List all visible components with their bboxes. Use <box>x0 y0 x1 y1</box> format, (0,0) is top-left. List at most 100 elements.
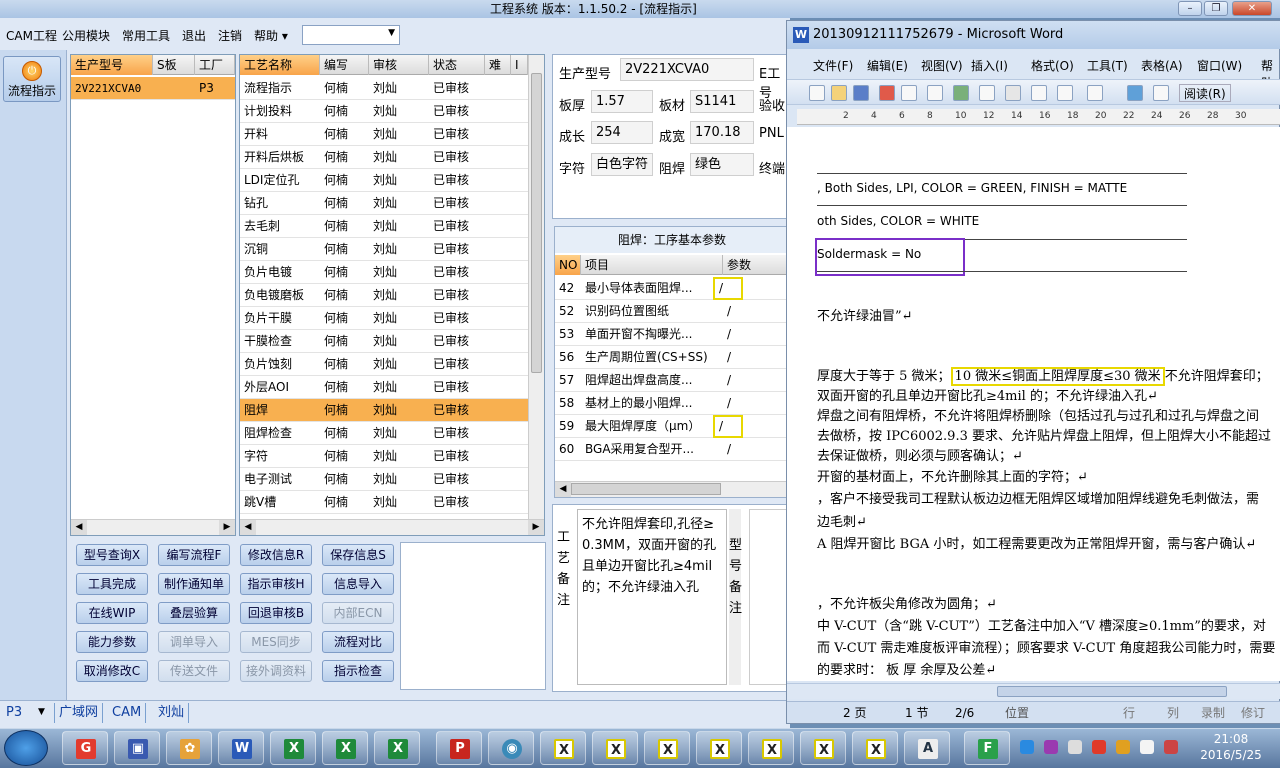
chevron-down-icon[interactable]: ▼ <box>38 707 45 717</box>
col-s[interactable]: S板 <box>153 55 195 75</box>
action-button-13[interactable]: 能力参数 <box>76 631 148 653</box>
action-button-5[interactable]: 工具完成 <box>76 573 148 595</box>
paste-icon[interactable] <box>1057 85 1073 101</box>
col-status[interactable]: 状态 <box>429 55 485 75</box>
eye-app-icon[interactable]: ◉ <box>502 739 522 759</box>
volume-icon[interactable] <box>1140 740 1154 754</box>
process-row[interactable]: 外层AOI 何楠 刘灿 已审核 <box>240 376 528 399</box>
process-list-vscroll[interactable] <box>528 55 544 519</box>
research-icon[interactable] <box>979 85 995 101</box>
action-button-17[interactable]: 取消修改C <box>76 660 148 682</box>
action-button-19[interactable]: 接外调资料 <box>240 660 312 682</box>
factory-select[interactable]: P3 <box>6 705 22 720</box>
param-row[interactable]: 60 BGA采用复合型开... / <box>555 438 789 461</box>
width-field[interactable]: 170.18 <box>690 121 754 144</box>
word-menu-item[interactable]: 窗口(W) <box>1197 57 1242 74</box>
process-row[interactable]: 字符 何楠 刘灿 已审核 <box>240 445 528 468</box>
alert-icon[interactable] <box>1164 740 1178 754</box>
menu-combo[interactable]: ▼ <box>302 25 400 45</box>
action-button-3[interactable]: 修改信息R <box>240 544 312 566</box>
new-icon[interactable] <box>809 85 825 101</box>
scroll-right-icon[interactable]: ▶ <box>528 520 544 535</box>
excel-window-icon[interactable]: X <box>866 739 886 759</box>
process-row[interactable]: 负片干膜 何楠 刘灿 已审核 <box>240 307 528 330</box>
col-process-name[interactable]: 工艺名称 <box>240 55 320 75</box>
process-row[interactable]: LDI定位孔 何楠 刘灿 已审核 <box>240 169 528 192</box>
col-extra[interactable]: I <box>511 55 528 75</box>
col-factory[interactable]: 工厂 <box>195 55 235 75</box>
action-button-10[interactable]: 叠层验算 <box>158 602 230 624</box>
system-clock[interactable]: 21:08 2016/5/25 <box>1186 731 1276 767</box>
scroll-thumb[interactable] <box>571 483 721 495</box>
excel-icon[interactable]: X <box>284 739 304 759</box>
word-icon[interactable]: W <box>232 739 252 759</box>
word-document-page[interactable]: , Both Sides, LPI, COLOR = GREEN, FINISH… <box>787 127 1280 681</box>
param-row[interactable]: 57 阻焊超出焊盘高度... / <box>555 369 789 392</box>
g-app-icon[interactable]: G <box>76 739 96 759</box>
scroll-left-icon[interactable]: ◀ <box>71 520 87 535</box>
param-row[interactable]: 56 生产周期位置(CS+SS) / <box>555 346 789 369</box>
save-icon[interactable] <box>853 85 869 101</box>
process-row[interactable]: 负电镀磨板 何楠 刘灿 已审核 <box>240 284 528 307</box>
process-list-hscroll[interactable]: ◀ ▶ <box>240 519 544 535</box>
action-button-4[interactable]: 保存信息S <box>322 544 394 566</box>
flag-icon[interactable] <box>1116 740 1130 754</box>
action-button-7[interactable]: 指示审核H <box>240 573 312 595</box>
word-menu-item[interactable]: 文件(F) <box>813 57 853 74</box>
pdf-icon[interactable]: P <box>450 739 470 759</box>
excel-window-icon[interactable]: X <box>710 739 730 759</box>
product-row[interactable]: 2V221XCVA0 P3 <box>71 77 235 100</box>
col-item[interactable]: 项目 <box>581 255 723 275</box>
excel-window-icon[interactable]: X <box>762 739 782 759</box>
excel-icon[interactable]: X <box>336 739 356 759</box>
print-icon[interactable] <box>901 85 917 101</box>
col-writer[interactable]: 编写 <box>320 55 369 75</box>
cut-icon[interactable] <box>1005 85 1021 101</box>
close-button[interactable]: ✕ <box>1232 1 1272 16</box>
model-note-text[interactable] <box>749 509 789 685</box>
process-row[interactable]: 电子测试 何楠 刘灿 已审核 <box>240 468 528 491</box>
start-button[interactable] <box>4 730 48 766</box>
product-list-hscroll[interactable]: ◀ ▶ <box>71 519 235 535</box>
flow-indicator-button[interactable]: ⏻ 流程指示 <box>3 56 61 102</box>
process-row[interactable]: 阻焊检查 何楠 刘灿 已审核 <box>240 422 528 445</box>
undo-icon[interactable] <box>1087 85 1103 101</box>
col-difficulty[interactable]: 难 <box>485 55 511 75</box>
word-menu-item[interactable]: 编辑(E) <box>867 57 908 74</box>
excel-window-icon[interactable]: X <box>658 739 678 759</box>
action-button-9[interactable]: 在线WIP <box>76 602 148 624</box>
action-button-8[interactable]: 信息导入 <box>322 573 394 595</box>
action-button-2[interactable]: 编写流程F <box>158 544 230 566</box>
shell-icon[interactable]: ✿ <box>180 739 200 759</box>
param-row[interactable]: 42 最小导体表面阻焊... / <box>555 277 789 300</box>
f-app-icon[interactable]: F <box>978 739 998 759</box>
col-model[interactable]: 生产型号 <box>71 55 153 75</box>
col-no[interactable]: NO <box>555 255 581 275</box>
copy-icon[interactable] <box>1031 85 1047 101</box>
scroll-thumb[interactable] <box>531 73 542 373</box>
action-button-6[interactable]: 制作通知单 <box>158 573 230 595</box>
word-menu-item[interactable]: 插入(I) <box>971 57 1008 74</box>
viewer-icon[interactable]: A <box>918 739 938 759</box>
hyperlink-icon[interactable] <box>1127 85 1143 101</box>
word-hscroll[interactable] <box>787 683 1280 699</box>
params-hscroll[interactable]: ◀ <box>555 481 789 497</box>
scroll-left-icon[interactable]: ◀ <box>555 482 571 497</box>
word-menu-item[interactable]: 格式(O) <box>1031 57 1074 74</box>
process-note-text[interactable]: 不允许阻焊套印,孔径≥0.3MM，双面开窗的孔且单边开窗比孔≥4mil的；不允许… <box>577 509 727 685</box>
action-button-16[interactable]: 流程对比 <box>322 631 394 653</box>
minimize-button[interactable]: – <box>1178 1 1202 16</box>
word-menu-item[interactable]: 视图(V) <box>921 57 963 74</box>
excel-icon[interactable]: X <box>388 739 408 759</box>
process-row[interactable]: 去毛刺 何楠 刘灿 已审核 <box>240 215 528 238</box>
table-icon[interactable] <box>1153 85 1169 101</box>
process-row[interactable]: 负片电镀 何楠 刘灿 已审核 <box>240 261 528 284</box>
monitor-icon[interactable] <box>1068 740 1082 754</box>
material-field[interactable]: S1141 <box>690 90 754 113</box>
open-icon[interactable] <box>831 85 847 101</box>
scroll-right-icon[interactable]: ▶ <box>219 520 235 535</box>
process-row[interactable]: 开料 何楠 刘灿 已审核 <box>240 123 528 146</box>
param-row[interactable]: 53 单面开窗不掏曝光... / <box>555 323 789 346</box>
process-row[interactable]: 阻焊 何楠 刘灿 已审核 <box>240 399 528 422</box>
mask-field[interactable]: 绿色 <box>690 153 754 176</box>
